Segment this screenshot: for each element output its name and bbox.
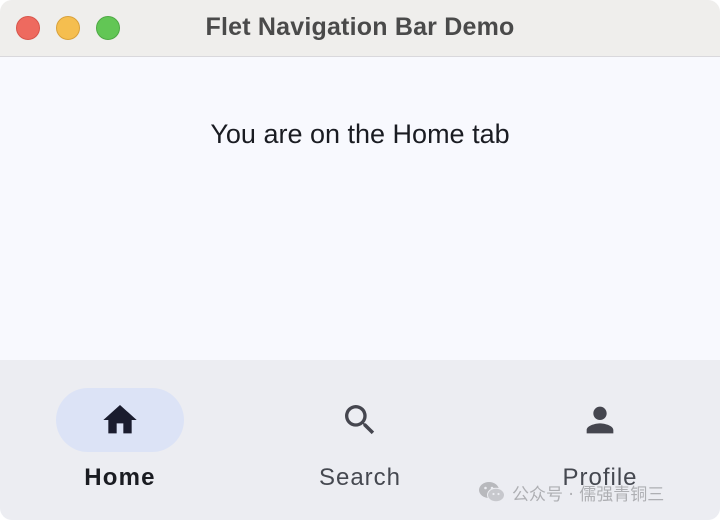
nav-label-search: Search bbox=[318, 464, 402, 491]
title-bar: Flet Navigation Bar Demo bbox=[0, 0, 720, 57]
app-window: Flet Navigation Bar Demo You are on the … bbox=[0, 0, 720, 520]
nav-label-home: Home bbox=[84, 464, 156, 491]
main-content: You are on the Home tab bbox=[0, 57, 720, 360]
nav-item-search[interactable]: Search bbox=[240, 360, 480, 520]
window-title: Flet Navigation Bar Demo bbox=[205, 13, 515, 41]
tab-message: You are on the Home tab bbox=[210, 119, 510, 149]
nav-item-home[interactable]: Home bbox=[0, 360, 240, 520]
wechat-icon bbox=[479, 482, 505, 503]
watermark: 公众号 · 儒强青铜三 bbox=[478, 478, 664, 506]
watermark-text: 公众号 · 儒强青铜三 bbox=[512, 484, 665, 505]
home-icon bbox=[103, 405, 137, 434]
search-icon bbox=[345, 405, 375, 435]
person-icon bbox=[586, 406, 614, 434]
